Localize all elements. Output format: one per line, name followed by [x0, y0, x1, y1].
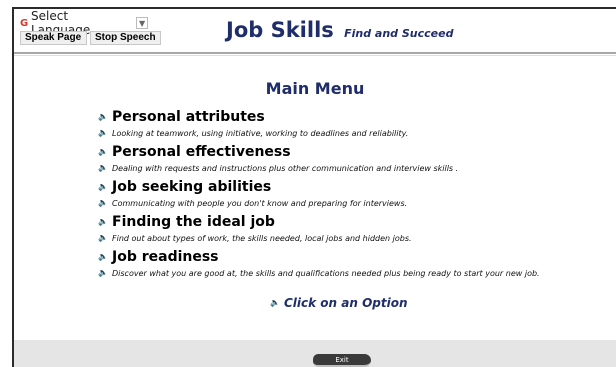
app-frame: G Select Language ▼ Speak Page Stop Spee…	[12, 7, 616, 367]
menu-item-description: Find out about types of work, the skills…	[112, 233, 412, 243]
speaker-icon[interactable]: 🔈	[98, 252, 108, 262]
menu-item-description: Dealing with requests and instructions p…	[112, 163, 459, 173]
menu-item-title[interactable]: Job readiness	[112, 249, 219, 265]
speak-page-button[interactable]: Speak Page	[20, 31, 87, 45]
menu-item-title[interactable]: Personal attributes	[112, 109, 265, 125]
header: G Select Language ▼ Speak Page Stop Spee…	[14, 9, 616, 50]
language-select[interactable]: G Select Language ▼	[20, 9, 149, 37]
menu-item-description-row: 🔈 Find out about types of work, the skil…	[98, 231, 616, 245]
menu-item-heading[interactable]: 🔈 Finding the ideal job	[98, 213, 616, 231]
footer: Exit	[14, 340, 616, 367]
site-title: Job Skills Find and Succeed	[226, 18, 453, 42]
site-title-text: Job Skills	[226, 18, 334, 42]
speaker-icon[interactable]: 🔈	[270, 298, 280, 308]
menu-item-personal-effectiveness: 🔈 Personal effectiveness 🔈 Dealing with …	[98, 143, 616, 175]
menu-item-heading[interactable]: 🔈 Personal attributes	[98, 108, 616, 126]
click-option-text: Click on an Option	[284, 296, 408, 310]
page-title: Main Menu	[265, 79, 365, 98]
menu-item-heading[interactable]: 🔈 Job readiness	[98, 248, 616, 266]
speaker-icon[interactable]: 🔈	[98, 112, 108, 122]
menu-item-finding-the-ideal-job: 🔈 Finding the ideal job 🔈 Find out about…	[98, 213, 616, 245]
speaker-icon[interactable]: 🔈	[98, 198, 108, 208]
menu-item-description-row: 🔈 Dealing with requests and instructions…	[98, 161, 616, 175]
speaker-icon[interactable]: 🔈	[98, 268, 108, 278]
menu-item-heading[interactable]: 🔈 Job seeking abilities	[98, 178, 616, 196]
menu-item-description: Discover what you are good at, the skill…	[112, 268, 540, 278]
menu-item-heading[interactable]: 🔈 Personal effectiveness	[98, 143, 616, 161]
speaker-icon[interactable]: 🔈	[98, 128, 108, 138]
stop-speech-button[interactable]: Stop Speech	[90, 31, 161, 45]
speaker-icon[interactable]: 🔈	[98, 147, 108, 157]
header-divider	[14, 52, 616, 54]
menu-item-description-row: 🔈 Communicating with people you don't kn…	[98, 196, 616, 210]
menu-item-job-readiness: 🔈 Job readiness 🔈 Discover what you are …	[98, 248, 616, 280]
menu-item-title[interactable]: Personal effectiveness	[112, 144, 291, 160]
menu-item-personal-attributes: 🔈 Personal attributes 🔈 Looking at teamw…	[98, 108, 616, 140]
speaker-icon[interactable]: 🔈	[98, 233, 108, 243]
menu-item-description-row: 🔈 Looking at teamwork, using initiative,…	[98, 126, 616, 140]
click-option-prompt: 🔈 Click on an Option	[270, 296, 408, 310]
main-menu: 🔈 Personal attributes 🔈 Looking at teamw…	[98, 108, 616, 283]
menu-item-title[interactable]: Job seeking abilities	[112, 179, 271, 195]
menu-item-description: Looking at teamwork, using initiative, w…	[112, 128, 409, 138]
menu-item-title[interactable]: Finding the ideal job	[112, 214, 275, 230]
menu-item-job-seeking-abilities: 🔈 Job seeking abilities 🔈 Communicating …	[98, 178, 616, 210]
site-tagline: Find and Succeed	[344, 27, 454, 40]
menu-item-description: Communicating with people you don't know…	[112, 198, 408, 208]
menu-item-description-row: 🔈 Discover what you are good at, the ski…	[98, 266, 616, 280]
exit-button[interactable]: Exit	[313, 354, 371, 367]
header-divider-shadow	[14, 55, 616, 56]
speaker-icon[interactable]: 🔈	[98, 182, 108, 192]
google-g-icon: G	[20, 17, 29, 29]
speaker-icon[interactable]: 🔈	[98, 217, 108, 227]
chevron-down-icon[interactable]: ▼	[136, 17, 149, 29]
speaker-icon[interactable]: 🔈	[98, 163, 108, 173]
